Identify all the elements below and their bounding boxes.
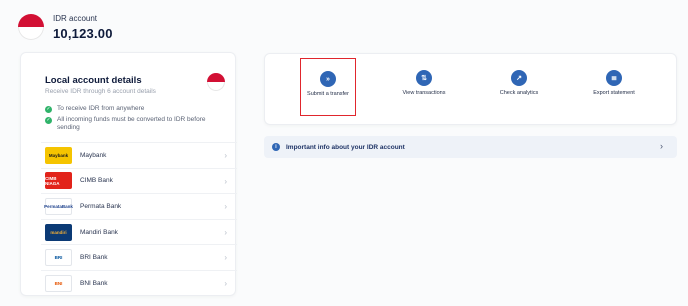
quick-actions-card: » Submit a transfer ⇅ View transactions …: [264, 53, 677, 125]
double-chevron-right-icon: »: [320, 71, 336, 87]
info-icon: i: [272, 143, 280, 151]
chevron-right-icon: ›: [224, 202, 227, 212]
check-text: To receive IDR from anywhere: [57, 105, 145, 112]
info-text: Important info about your IDR account: [286, 143, 405, 151]
bank-row-bri[interactable]: BRI BRI Bank ›: [41, 244, 237, 270]
check-analytics-button[interactable]: ↗ Check analytics: [491, 58, 547, 116]
local-account-title: Local account details: [45, 75, 142, 86]
bank-name: BRI Bank: [80, 254, 108, 262]
bank-list: Maybank Maybank › CIMB NIAGA CIMB Bank ›…: [41, 142, 237, 296]
bank-row-mandiri[interactable]: mandiri Mandiri Bank ›: [41, 218, 237, 245]
action-label: Check analytics: [499, 90, 539, 96]
bank-row-permata[interactable]: PermataBank Permata Bank ›: [41, 193, 237, 219]
trend-up-icon: ↗: [511, 70, 527, 86]
important-info-bar[interactable]: i Important info about your IDR account …: [264, 136, 677, 158]
chevron-right-icon: ›: [224, 176, 227, 186]
check-text: All incoming funds must be converted to …: [57, 116, 206, 131]
check-item: ✓ All incoming funds must be converted t…: [45, 116, 225, 132]
mandiri-logo-icon: mandiri: [45, 223, 72, 241]
document-icon: ≣: [606, 70, 622, 86]
maybank-logo-icon: Maybank: [45, 146, 72, 164]
bni-logo-icon: BNI: [45, 274, 72, 292]
action-label: Export statement: [593, 90, 635, 96]
check-item: ✓ To receive IDR from anywhere: [45, 105, 225, 113]
bri-logo-icon: BRI: [45, 249, 72, 267]
bank-name: CIMB Bank: [80, 177, 113, 185]
idr-flag-icon: [207, 73, 225, 91]
chevron-right-icon: ›: [660, 141, 663, 151]
bank-row-maybank[interactable]: Maybank Maybank ›: [41, 142, 237, 168]
submit-transfer-button[interactable]: » Submit a transfer: [300, 58, 356, 116]
idr-flag-icon: [18, 14, 44, 40]
action-label: View transactions: [402, 90, 446, 96]
view-transactions-button[interactable]: ⇅ View transactions: [396, 58, 452, 116]
local-account-card: Local account details Receive IDR throug…: [20, 52, 237, 296]
permata-logo-icon: PermataBank: [44, 197, 73, 215]
cimb-logo-icon: CIMB NIAGA: [45, 172, 72, 190]
chevron-right-icon: ›: [224, 253, 227, 263]
account-balance: 10,123.00: [53, 26, 113, 41]
account-name: IDR account: [53, 14, 98, 23]
local-account-subtitle: Receive IDR through 6 account details: [45, 88, 156, 95]
action-label: Submit a transfer: [307, 91, 349, 97]
bank-name: Mandiri Bank: [80, 228, 118, 236]
check-icon: ✓: [45, 116, 52, 124]
chevron-right-icon: ›: [224, 151, 227, 160]
chevron-right-icon: ›: [224, 227, 227, 237]
export-statement-button[interactable]: ≣ Export statement: [586, 58, 642, 116]
bank-name: Permata Bank: [80, 202, 122, 210]
bank-row-bni[interactable]: BNI BNI Bank ›: [41, 269, 237, 296]
bank-row-cimb[interactable]: CIMB NIAGA CIMB Bank ›: [41, 167, 237, 194]
bank-name: BNI Bank: [80, 279, 108, 287]
check-icon: ✓: [45, 105, 52, 113]
chevron-right-icon: ›: [224, 278, 227, 288]
bank-name: Maybank: [80, 151, 107, 159]
swap-arrows-icon: ⇅: [416, 70, 432, 86]
